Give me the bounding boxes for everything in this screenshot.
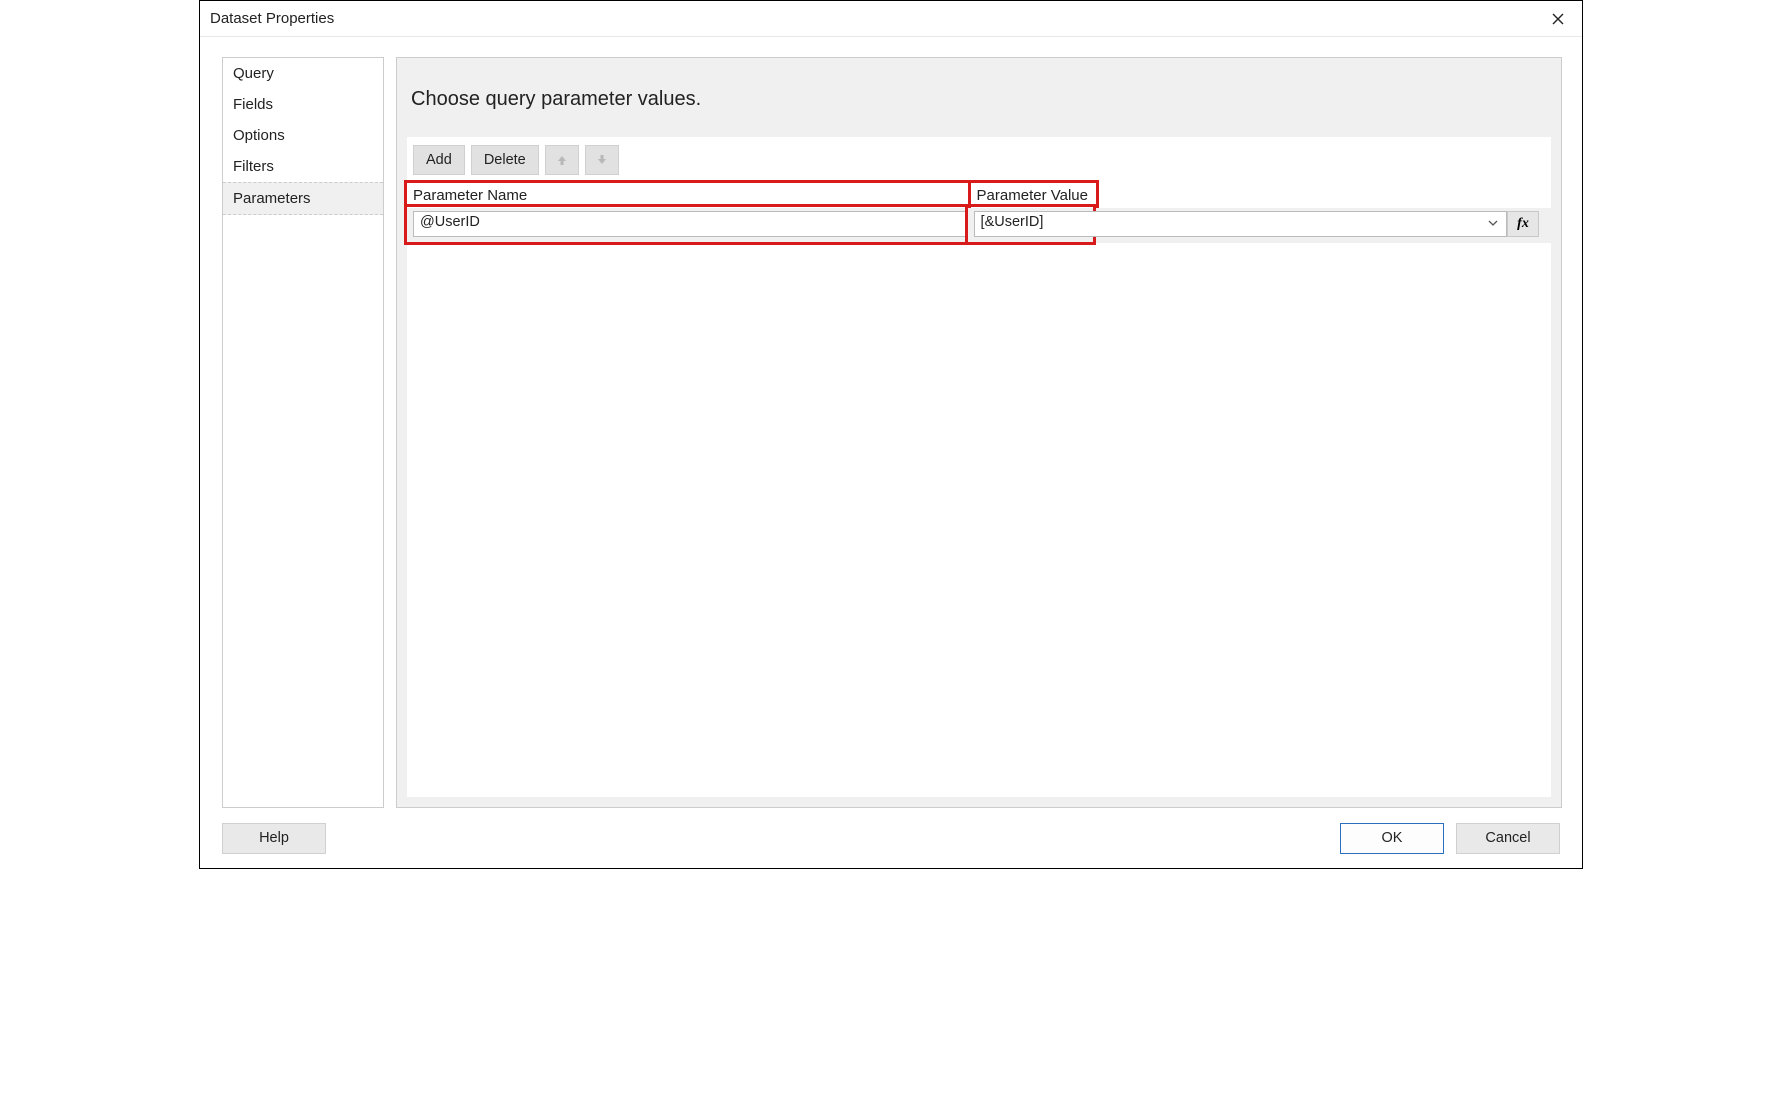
ok-button[interactable]: OK [1340, 823, 1444, 854]
expression-button[interactable]: fx [1507, 211, 1539, 237]
cancel-button[interactable]: Cancel [1456, 823, 1560, 854]
toolbar: Add Delete [407, 137, 1551, 183]
content-heading: Choose query parameter values. [397, 58, 1561, 137]
arrow-down-icon [595, 153, 609, 167]
close-button[interactable] [1544, 5, 1572, 33]
dialog-body: Query Fields Options Filters Parameters … [200, 37, 1582, 808]
dialog-footer: Help OK Cancel [200, 808, 1582, 868]
window-title: Dataset Properties [210, 10, 334, 27]
grid-header-row: Parameter Name Parameter Value [407, 183, 1551, 208]
fx-icon: fx [1517, 216, 1529, 232]
parameter-value-combobox[interactable]: [&UserID] [974, 211, 1507, 237]
add-button[interactable]: Add [413, 145, 465, 175]
parameters-grid: Parameter Name Parameter Value [407, 183, 1551, 243]
parameter-name-input[interactable]: @UserID [413, 211, 968, 237]
parameters-panel: Add Delete Parameter Name [407, 137, 1551, 797]
sidebar-item-options[interactable]: Options [223, 120, 383, 151]
sidebar: Query Fields Options Filters Parameters [222, 57, 384, 808]
move-down-button[interactable] [585, 145, 619, 175]
column-header-value: Parameter Value [977, 183, 1096, 208]
close-icon [1552, 13, 1564, 25]
sidebar-item-fields[interactable]: Fields [223, 89, 383, 120]
sidebar-item-filters[interactable]: Filters [223, 151, 383, 182]
content-panel: Choose query parameter values. Add Delet… [396, 57, 1562, 808]
dialog-window: Dataset Properties Query Fields Options … [199, 0, 1583, 869]
help-button[interactable]: Help [222, 823, 326, 854]
sidebar-item-query[interactable]: Query [223, 58, 383, 89]
move-up-button[interactable] [545, 145, 579, 175]
titlebar: Dataset Properties [200, 1, 1582, 37]
grid-row: @UserID [&UserID] fx [407, 208, 1551, 243]
arrow-up-icon [555, 153, 569, 167]
column-header-name: Parameter Name [413, 183, 968, 208]
delete-button[interactable]: Delete [471, 145, 539, 175]
chevron-down-icon [1487, 217, 1499, 229]
sidebar-item-parameters[interactable]: Parameters [223, 182, 383, 215]
